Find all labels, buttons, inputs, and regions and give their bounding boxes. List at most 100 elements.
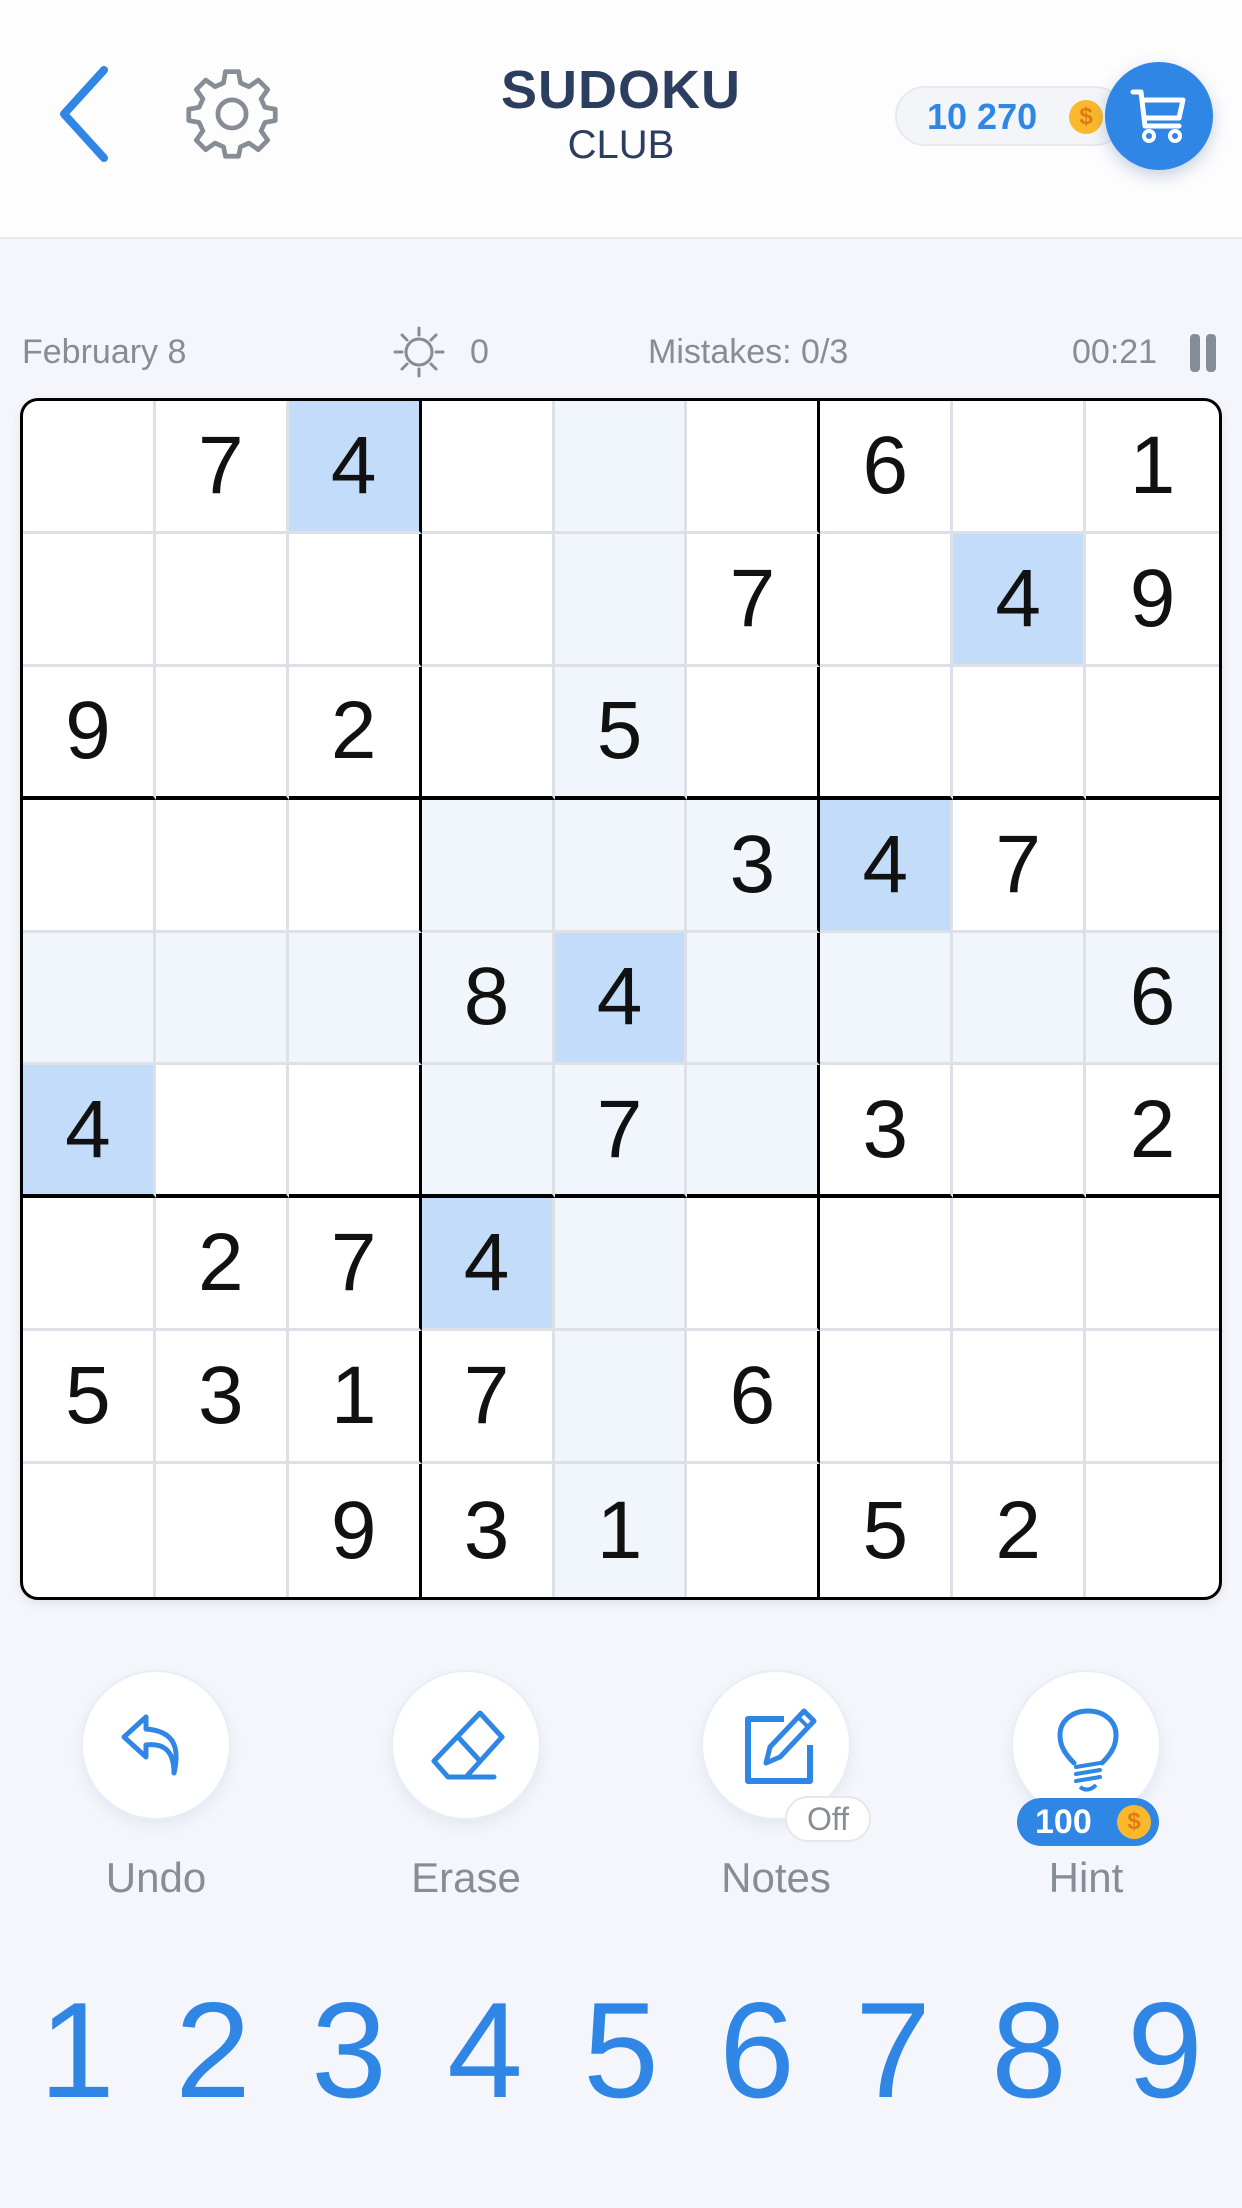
sudoku-cell[interactable]: 2 xyxy=(288,666,422,800)
erase-button-circle[interactable] xyxy=(391,1670,541,1820)
sudoku-cell[interactable] xyxy=(820,932,954,1066)
sudoku-cell[interactable] xyxy=(23,1198,156,1332)
sudoku-cell[interactable] xyxy=(687,1065,821,1199)
sudoku-cell[interactable] xyxy=(156,1464,289,1597)
sudoku-cell[interactable] xyxy=(820,666,954,800)
numpad-7[interactable]: 7 xyxy=(838,1980,948,2120)
sudoku-cell[interactable]: 8 xyxy=(421,932,555,1066)
sudoku-cell[interactable]: 4 xyxy=(23,1065,156,1199)
sudoku-cell[interactable]: 4 xyxy=(820,799,954,933)
shop-button[interactable] xyxy=(1105,62,1213,170)
numpad-9[interactable]: 9 xyxy=(1110,1980,1220,2120)
settings-button[interactable] xyxy=(185,66,279,160)
sudoku-cell[interactable] xyxy=(421,799,555,933)
sudoku-cell[interactable]: 5 xyxy=(820,1464,954,1597)
numpad-4[interactable]: 4 xyxy=(430,1980,540,2120)
sudoku-cell[interactable] xyxy=(421,666,555,800)
sudoku-cell[interactable] xyxy=(155,666,289,800)
back-button[interactable] xyxy=(52,62,122,162)
sudoku-cell[interactable] xyxy=(953,1065,1087,1199)
sudoku-cell[interactable]: 7 xyxy=(953,799,1087,933)
sudoku-cell[interactable]: 1 xyxy=(1086,401,1219,534)
sudoku-cell[interactable]: 6 xyxy=(687,1331,821,1465)
sudoku-cell[interactable] xyxy=(687,401,821,534)
sudoku-cell[interactable]: 3 xyxy=(422,1464,555,1597)
sudoku-cell[interactable]: 4 xyxy=(288,401,422,534)
sudoku-cell[interactable] xyxy=(820,533,954,667)
numpad-2[interactable]: 2 xyxy=(158,1980,268,2120)
sudoku-cell[interactable] xyxy=(288,1065,422,1199)
sudoku-cell[interactable] xyxy=(23,533,156,667)
sudoku-cell[interactable]: 7 xyxy=(421,1331,555,1465)
sudoku-cell[interactable] xyxy=(1086,1464,1219,1597)
brightness-toggle[interactable] xyxy=(390,326,448,378)
sudoku-cell[interactable] xyxy=(554,799,688,933)
sudoku-cell[interactable] xyxy=(1086,800,1219,933)
sudoku-cell[interactable] xyxy=(421,533,555,667)
sudoku-cell[interactable] xyxy=(953,932,1087,1066)
sudoku-cell[interactable] xyxy=(288,799,422,933)
sudoku-cell[interactable]: 9 xyxy=(289,1464,422,1597)
sudoku-cell[interactable]: 1 xyxy=(554,1464,688,1597)
undo-button-circle[interactable] xyxy=(81,1670,231,1820)
sudoku-cell[interactable] xyxy=(155,533,289,667)
sudoku-cell[interactable] xyxy=(687,932,821,1066)
sudoku-cell[interactable] xyxy=(953,666,1087,800)
numpad-6[interactable]: 6 xyxy=(702,1980,812,2120)
sudoku-cell[interactable] xyxy=(288,533,422,667)
numpad-5[interactable]: 5 xyxy=(566,1980,676,2120)
sudoku-cell[interactable] xyxy=(1086,667,1219,800)
sudoku-cell[interactable]: 4 xyxy=(953,533,1087,667)
numpad-8[interactable]: 8 xyxy=(974,1980,1084,2120)
numpad-1[interactable]: 1 xyxy=(22,1980,132,2120)
sudoku-cell[interactable] xyxy=(155,1065,289,1199)
hint-button-circle[interactable]: 100 $ xyxy=(1011,1670,1161,1846)
notes-button[interactable]: Off Notes xyxy=(696,1670,871,1902)
sudoku-cell[interactable]: 7 xyxy=(155,401,289,534)
sudoku-cell[interactable]: 2 xyxy=(1086,1065,1219,1199)
sudoku-cell[interactable] xyxy=(155,932,289,1066)
sudoku-cell[interactable]: 9 xyxy=(23,666,156,800)
sudoku-cell[interactable] xyxy=(1086,1331,1219,1465)
numpad-3[interactable]: 3 xyxy=(294,1980,404,2120)
sudoku-cell[interactable]: 7 xyxy=(554,1065,688,1199)
hint-button[interactable]: 100 $ Hint xyxy=(1006,1670,1166,1902)
sudoku-cell[interactable]: 9 xyxy=(1086,534,1219,667)
sudoku-cell[interactable] xyxy=(554,1331,688,1465)
sudoku-cell[interactable] xyxy=(554,401,688,534)
undo-button[interactable]: Undo xyxy=(76,1670,236,1902)
sudoku-cell[interactable] xyxy=(23,932,156,1066)
sudoku-cell[interactable] xyxy=(820,1331,954,1465)
sudoku-cell[interactable]: 3 xyxy=(687,799,821,933)
sudoku-cell[interactable] xyxy=(687,1464,821,1597)
sudoku-cell[interactable] xyxy=(554,533,688,667)
sudoku-cell[interactable] xyxy=(23,401,156,534)
sudoku-cell[interactable] xyxy=(288,932,422,1066)
sudoku-cell[interactable] xyxy=(1086,1198,1219,1332)
notes-button-circle[interactable]: Off xyxy=(701,1670,871,1842)
sudoku-cell[interactable] xyxy=(421,401,555,534)
sudoku-cell[interactable]: 7 xyxy=(288,1198,422,1332)
sudoku-cell[interactable] xyxy=(554,1198,688,1332)
sudoku-cell[interactable]: 4 xyxy=(421,1198,555,1332)
erase-button[interactable]: Erase xyxy=(386,1670,546,1902)
sudoku-cell[interactable]: 6 xyxy=(820,401,954,534)
sudoku-cell[interactable]: 4 xyxy=(554,932,688,1066)
sudoku-cell[interactable] xyxy=(23,799,156,933)
sudoku-cell[interactable]: 7 xyxy=(687,533,821,667)
sudoku-cell[interactable] xyxy=(687,666,821,800)
sudoku-cell[interactable] xyxy=(23,1464,156,1597)
sudoku-cell[interactable]: 3 xyxy=(155,1331,289,1465)
sudoku-cell[interactable] xyxy=(155,799,289,933)
sudoku-cell[interactable]: 5 xyxy=(554,666,688,800)
sudoku-cell[interactable]: 3 xyxy=(820,1065,954,1199)
sudoku-cell[interactable]: 2 xyxy=(953,1464,1087,1597)
sudoku-cell[interactable]: 6 xyxy=(1086,932,1219,1066)
pause-button[interactable] xyxy=(1190,334,1216,372)
sudoku-cell[interactable] xyxy=(421,1065,555,1199)
sudoku-cell[interactable]: 2 xyxy=(155,1198,289,1332)
sudoku-cell[interactable] xyxy=(953,1331,1087,1465)
sudoku-cell[interactable] xyxy=(687,1198,821,1332)
sudoku-cell[interactable] xyxy=(953,401,1087,534)
sudoku-cell[interactable]: 1 xyxy=(288,1331,422,1465)
